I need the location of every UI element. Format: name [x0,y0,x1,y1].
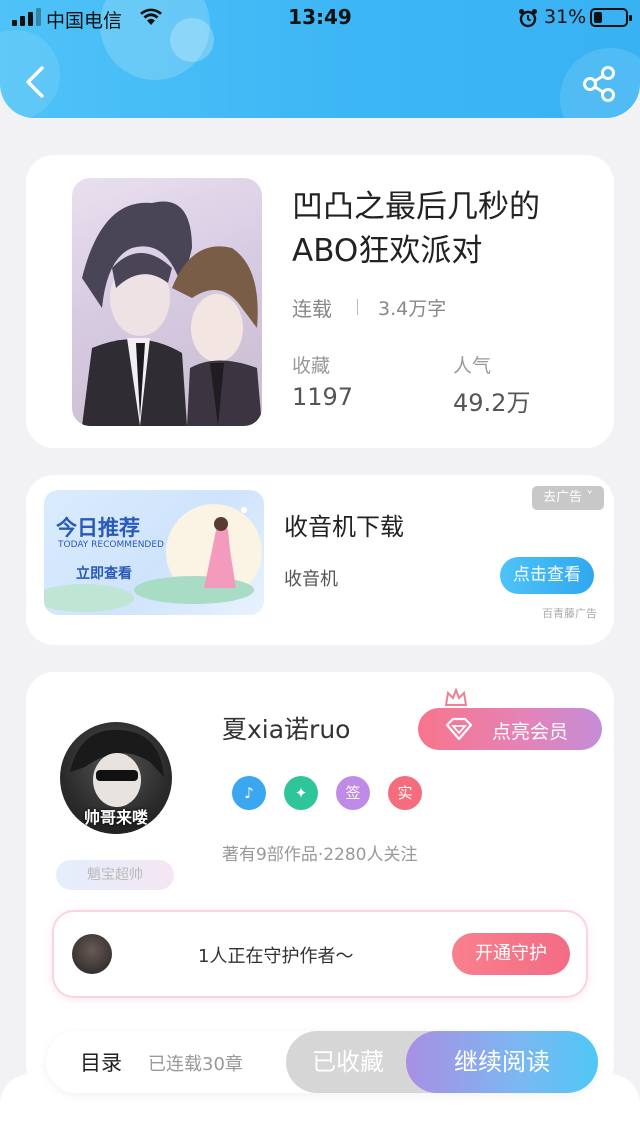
toc-button[interactable]: 目录 [80,1047,122,1077]
bottom-action-bar: 目录 已连载30章 已收藏 继续阅读 [46,1031,598,1093]
author-avatar[interactable]: 帅哥来喽 [60,722,172,834]
header: 中国电信 13:49 31% [0,0,640,118]
author-stats: 著有9部作品·2280人关注 [222,845,418,865]
guard-text: 1人正在守护作者～ [198,946,354,967]
ad-image-cta: 立即查看 [76,566,132,582]
book-cover[interactable] [72,178,262,426]
remove-ad-label: 去广告 [543,490,583,505]
vip-button-label: 点亮会员 [492,721,569,743]
share-icon[interactable] [580,64,620,104]
back-arrow-icon[interactable] [18,62,54,102]
popularity-value: 49.2万 [453,389,531,417]
ad-source: 百青藤广告 [542,607,597,620]
ad-subtitle: 收音机 [284,569,338,590]
chevron-down-icon: ˅ [582,490,593,505]
guard-button[interactable]: 开通守护 [452,933,570,975]
chapter-count: 已连载30章 [148,1054,243,1075]
word-count: 3.4万字 [378,298,447,320]
popularity-label: 人气 [453,355,492,377]
ad-card[interactable]: 今日推荐 TODAY RECOMMENDED 立即查看 收音机下载 收音机 去广… [26,475,614,645]
guard-panel: 1人正在守护作者～ 开通守护 [52,910,588,998]
author-card: 帅哥来喽 魈宝超帅 夏xia诺ruo 点亮会员 ♪ ✦ 签 实 著有9部作品·2… [26,672,614,1092]
ad-view-button[interactable]: 点击查看 [500,557,594,594]
book-info-card: 凹凸之最后几秒的ABO狂欢派对 连载 3.4万字 收藏 1197 人气 49.2… [26,155,614,448]
favorites-value: 1197 [292,383,354,411]
signed-badge[interactable]: 签 [336,776,370,810]
continue-reading-button[interactable]: 继续阅读 [406,1031,598,1093]
ad-image-title: 今日推荐 [56,516,140,540]
avatar-badge: 魈宝超帅 [56,860,174,890]
avatar-text: 帅哥来喽 [83,808,148,827]
vip-button[interactable]: 点亮会员 [418,708,602,750]
divider [357,299,358,315]
book-status: 连载 [292,297,332,321]
status-bar: 中国电信 13:49 31% [0,0,640,36]
ad-image[interactable]: 今日推荐 TODAY RECOMMENDED 立即查看 [44,490,264,615]
remove-ad-button[interactable]: 去广告 ˅ [532,486,604,510]
ad-image-subtitle: TODAY RECOMMENDED [58,540,164,550]
crown-icon [444,688,468,706]
cover-illustration [82,201,262,426]
author-name[interactable]: 夏xia诺ruo [222,710,350,746]
ad-illustration [44,504,262,612]
alarm-icon [519,9,537,28]
book-title: 凹凸之最后几秒的ABO狂欢派对 [292,189,540,269]
verified-badge[interactable]: 实 [388,776,422,810]
author-badges: ♪ ✦ 签 实 [232,776,422,810]
favorites-label: 收藏 [292,355,331,377]
handshake-badge-icon[interactable]: ✦ [284,776,318,810]
battery-percent: 31% [544,6,587,28]
guardian-avatar [72,934,112,974]
ad-title[interactable]: 收音机下载 [284,507,404,542]
music-badge-icon[interactable]: ♪ [232,776,266,810]
diamond-icon [445,717,473,741]
battery-icon [590,8,632,27]
